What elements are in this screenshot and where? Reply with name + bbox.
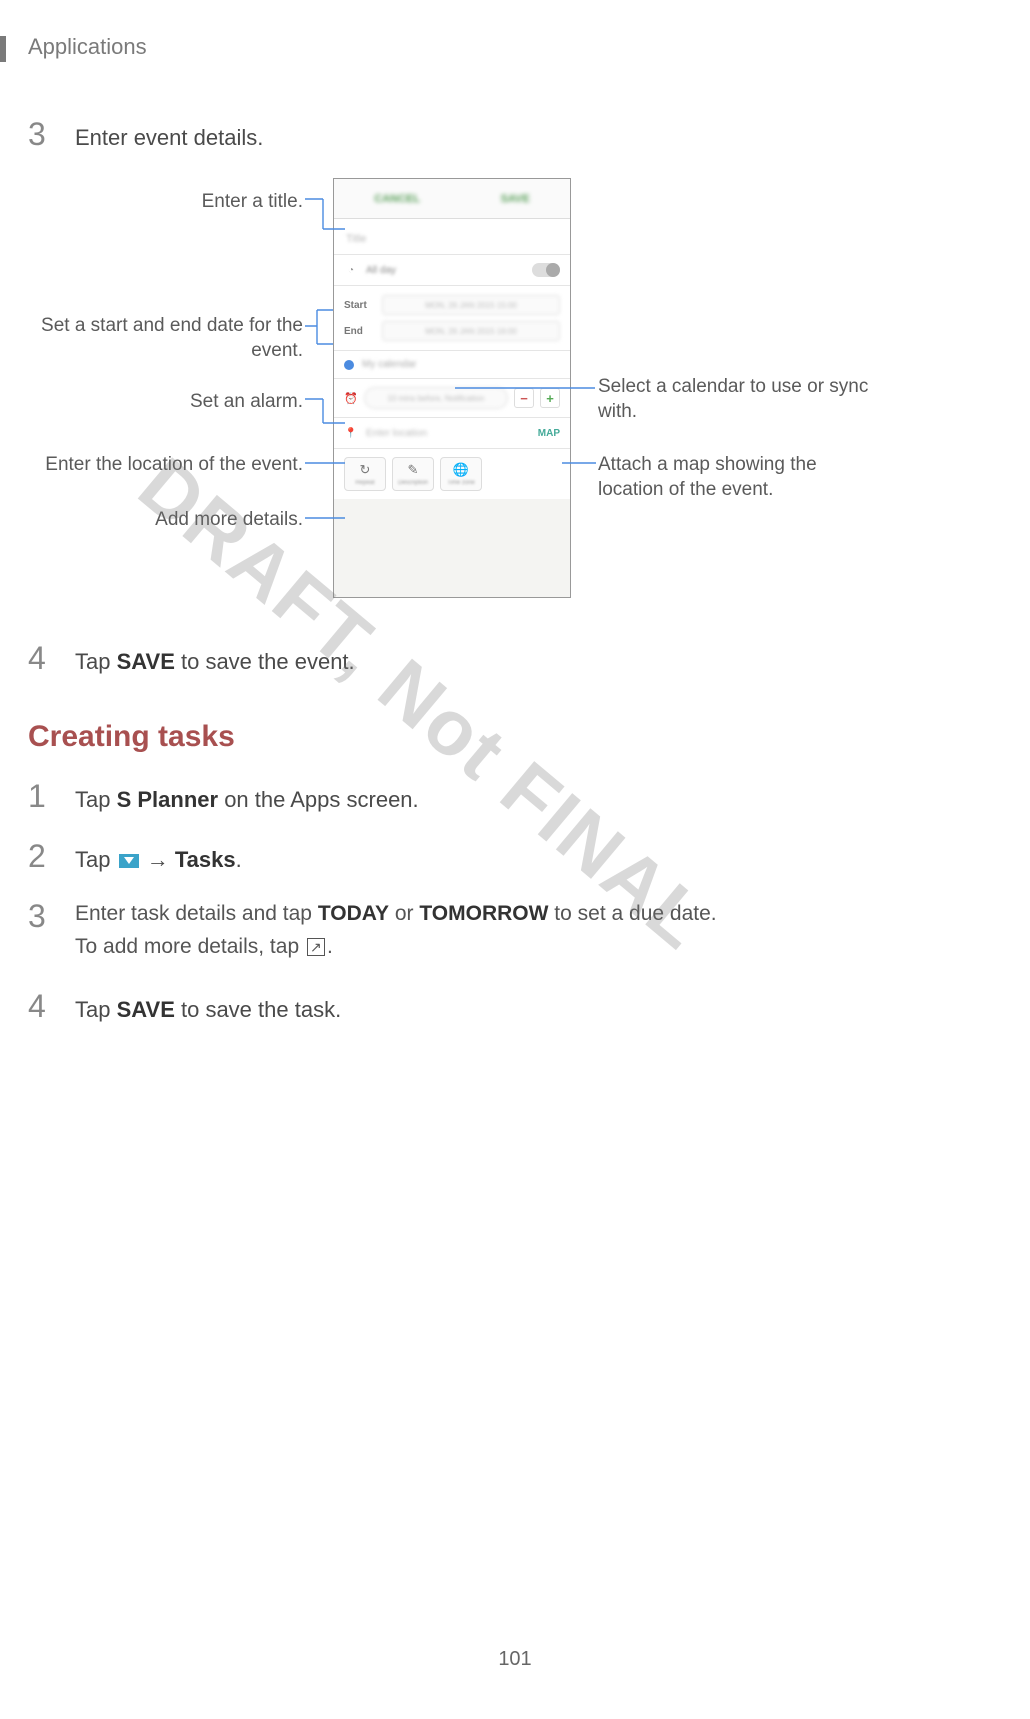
calendar-dot-icon [344, 360, 354, 370]
step-text: Tap S Planner on the Apps screen. [75, 787, 419, 813]
allday-toggle [532, 263, 560, 277]
alarm-remove-icon: − [514, 388, 534, 408]
alarm-chip: 10 mins before, Notification [364, 387, 508, 409]
alarm-row: ⏰ 10 mins before, Notification − + [334, 379, 570, 418]
pin-icon: 📍 [344, 426, 358, 440]
phone-topbar: CANCEL SAVE [334, 179, 570, 219]
save-button: SAVE [501, 193, 530, 205]
map-label: MAP [538, 428, 560, 439]
description-label: Description [398, 480, 428, 486]
alarm-icon: ⏰ [344, 392, 358, 405]
step-text: Tap → Tasks. [75, 847, 242, 873]
callout-calendar: Select a calendar to use or sync with. [598, 375, 878, 424]
location-placeholder: Enter location [366, 428, 530, 439]
section-creating-tasks: Creating tasks [28, 720, 235, 754]
callout-title: Enter a title. [28, 190, 303, 215]
edit-icon: ✎ [408, 462, 419, 478]
phone-screenshot: CANCEL SAVE Title ◔ All day Start MON, 2… [333, 178, 571, 598]
title-row: Title [334, 219, 570, 255]
clock-icon: ◔ [344, 263, 358, 277]
text: . [327, 935, 333, 958]
bold-text: TODAY [318, 902, 389, 925]
timezone-label: Time zone [447, 480, 475, 486]
callout-alarm: Set an alarm. [28, 390, 303, 415]
allday-row: ◔ All day [334, 255, 570, 286]
allday-label: All day [366, 265, 396, 276]
text: to save the event. [175, 649, 355, 674]
start-value: MON, 26 JAN 2015 15:00 [382, 295, 560, 315]
description-button: ✎ Description [392, 457, 434, 491]
cancel-button: CANCEL [374, 193, 420, 205]
start-label: Start [344, 300, 374, 311]
callout-map: Attach a map showing the location of the… [598, 453, 878, 502]
title-placeholder: Title [346, 233, 366, 245]
page-number: 101 [0, 1648, 1030, 1671]
text: Tap [75, 649, 117, 674]
expand-icon [307, 938, 325, 956]
callout-location: Enter the location of the event. [28, 453, 303, 478]
step-text: Tap SAVE to save the task. [75, 997, 341, 1023]
step-number: 4 [28, 640, 63, 677]
step-4: 4 Tap SAVE to save the event. [28, 640, 355, 677]
dates-section: Start MON, 26 JAN 2015 15:00 End MON, 26… [334, 286, 570, 351]
callout-more: Add more details. [28, 508, 303, 533]
bold-text: S Planner [117, 787, 218, 812]
bold-text: SAVE [117, 997, 175, 1022]
step-text: Enter event details. [75, 125, 263, 151]
end-value: MON, 26 JAN 2015 16:00 [382, 321, 560, 341]
text: Enter task details and tap [75, 902, 318, 925]
step-text: Tap SAVE to save the event. [75, 649, 355, 675]
bold-text: Tasks [175, 847, 236, 872]
arrow-text: → [141, 847, 175, 872]
repeat-button: ↻ Repeat [344, 457, 386, 491]
step-text: Enter task details and tap TODAY or TOMO… [75, 898, 717, 963]
text: Tap [75, 997, 117, 1022]
text: to set a due date. [548, 902, 716, 925]
step-number: 3 [28, 898, 63, 935]
end-label: End [344, 326, 374, 337]
step-number: 2 [28, 838, 63, 875]
calendar-name: My calendar [362, 359, 416, 370]
text: Tap [75, 847, 117, 872]
text: or [389, 902, 419, 925]
bold-text: SAVE [117, 649, 175, 674]
text: to save the task. [175, 997, 341, 1022]
text: . [236, 847, 242, 872]
timezone-button: 🌐 Time zone [440, 457, 482, 491]
task-step-3: 3 Enter task details and tap TODAY or TO… [28, 898, 717, 963]
end-row: End MON, 26 JAN 2015 16:00 [344, 318, 560, 344]
task-step-2: 2 Tap → Tasks. [28, 838, 242, 875]
location-row: 📍 Enter location MAP [334, 418, 570, 449]
text: Tap [75, 787, 117, 812]
text: on the Apps screen. [218, 787, 419, 812]
step-number: 3 [28, 116, 63, 153]
page-header: Applications [28, 34, 147, 60]
step-number: 4 [28, 988, 63, 1025]
text: To add more details, tap [75, 935, 305, 958]
step-3: 3 Enter event details. [28, 116, 263, 153]
repeat-label: Repeat [355, 480, 374, 486]
globe-icon: 🌐 [453, 462, 469, 478]
calendar-row: My calendar [334, 351, 570, 379]
manual-page: Applications 3 Enter event details. CANC… [0, 0, 1030, 1719]
more-row: ↻ Repeat ✎ Description 🌐 Time zone [334, 449, 570, 499]
step-number: 1 [28, 778, 63, 815]
callout-dates: Set a start and end date for the event. [28, 314, 303, 363]
dropdown-icon [119, 854, 139, 868]
task-step-1: 1 Tap S Planner on the Apps screen. [28, 778, 419, 815]
header-accent [0, 36, 6, 62]
start-row: Start MON, 26 JAN 2015 15:00 [344, 292, 560, 318]
repeat-icon: ↻ [360, 462, 371, 478]
alarm-add-icon: + [540, 388, 560, 408]
bold-text: TOMORROW [419, 902, 548, 925]
task-step-4: 4 Tap SAVE to save the task. [28, 988, 341, 1025]
